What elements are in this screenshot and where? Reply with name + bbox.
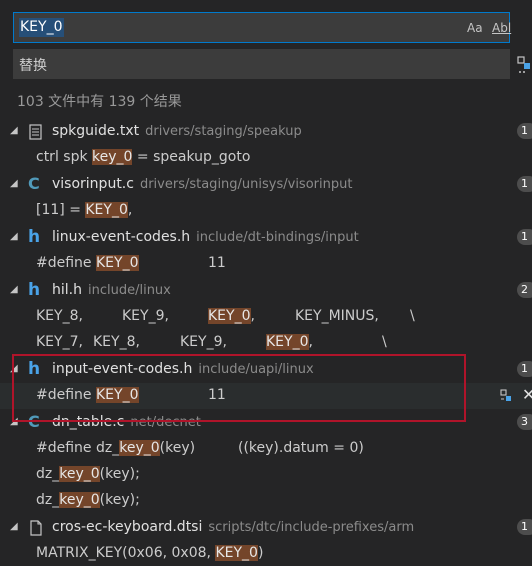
file-name: visorinput.c drivers/staging/unisys/visor… (52, 176, 353, 192)
file-name: spkguide.txt drivers/staging/speakup (52, 123, 302, 139)
match-row[interactable]: #define KEY_0 11 (0, 250, 532, 276)
replace-input[interactable]: 替换 (13, 49, 510, 79)
match-text: KEY_9, (122, 308, 169, 324)
chevron-down-icon[interactable]: ◢ (10, 171, 18, 197)
match-count-badge: 1 (517, 176, 532, 192)
highlight-frame (12, 354, 466, 422)
match-text: KEY_0, (208, 308, 255, 324)
match-row[interactable]: dz_key_0(key); (0, 461, 532, 487)
c-file-icon: C (28, 174, 40, 193)
file-row-linux-event-codes[interactable]: ◢ h linux-event-codes.h include/dt-bindin… (0, 224, 532, 250)
chevron-down-icon[interactable]: ◢ (10, 224, 18, 250)
match-text: KEY_8, (93, 334, 140, 350)
match-row[interactable]: KEY_8, KEY_9, KEY_0, KEY_MINUS, \ (0, 303, 532, 329)
replace-all-icon[interactable] (516, 55, 532, 75)
file-row-visorinput[interactable]: ◢ C visorinput.c drivers/staging/unisys/v… (0, 171, 532, 197)
file-row-spkguide[interactable]: ◢ spkguide.txt drivers/staging/speakup 1 (0, 118, 532, 144)
match-text: KEY_MINUS, (295, 308, 379, 324)
file-icon (28, 519, 44, 536)
match-text: KEY_0, (266, 334, 313, 350)
match-row[interactable]: KEY_7, KEY_8, KEY_9, KEY_0, \ (0, 329, 532, 355)
chevron-down-icon[interactable]: ◢ (10, 277, 18, 303)
match-count-badge: 1 (517, 123, 532, 139)
match-count-badge: 3 (517, 414, 532, 430)
chevron-down-icon[interactable]: ◢ (10, 118, 18, 144)
file-name: hil.h include/linux (52, 282, 171, 298)
chevron-down-icon[interactable]: ◢ (10, 514, 18, 540)
text-file-icon (28, 123, 44, 140)
search-input-value: KEY_0 (19, 18, 64, 37)
match-case-toggle[interactable]: Aa (467, 21, 483, 35)
match-row[interactable]: #define dz_key_0(key) ((key).datum = 0) (0, 435, 532, 461)
match-text: KEY_9, (180, 334, 227, 350)
replace-placeholder: 替换 (19, 58, 47, 74)
match-text: \ (410, 308, 415, 324)
match-text: KEY_7, (36, 334, 83, 350)
replace-icon[interactable] (498, 388, 514, 408)
file-path: scripts/dtc/include-prefixes/arm (208, 520, 415, 535)
match-count-badge: 2 (517, 282, 532, 298)
file-path: drivers/staging/unisys/visorinput (139, 177, 353, 192)
match-row[interactable]: [11] = KEY_0, (0, 197, 532, 223)
search-input[interactable]: KEY_0 Aa Abl (13, 12, 511, 43)
h-file-icon: h (28, 227, 41, 247)
h-file-icon: h (28, 280, 41, 300)
file-path: include/dt-bindings/input (196, 230, 359, 245)
whole-word-toggle[interactable]: Abl (492, 21, 511, 35)
file-name: cros-ec-keyboard.dtsi scripts/dtc/include… (52, 519, 415, 535)
match-count-badge: 1 (517, 519, 532, 535)
file-name: linux-event-codes.h include/dt-bindings/i… (52, 229, 359, 245)
file-row-cros-ec-keyboard[interactable]: ◢ cros-ec-keyboard.dtsi scripts/dtc/inclu… (0, 514, 532, 540)
results-summary: 103 文件中有 139 个结果 (17, 94, 182, 110)
match-count-badge: 1 (517, 361, 532, 377)
match-row[interactable]: MATRIX_KEY(0x06, 0x08, KEY_0) (0, 540, 532, 566)
match-row[interactable]: dz_key_0(key); (0, 487, 532, 513)
match-text: KEY_8, (36, 308, 83, 324)
file-path: drivers/staging/speakup (145, 124, 302, 139)
dismiss-icon[interactable]: ✕ (522, 385, 532, 404)
file-row-hil[interactable]: ◢ h hil.h include/linux 2 (0, 277, 532, 303)
match-text: ((key).datum = 0) (238, 440, 364, 456)
match-text: \ (382, 334, 387, 350)
match-row[interactable]: ctrl spk key_0 = speakup_goto (0, 144, 532, 170)
match-text: 11 (208, 255, 226, 271)
file-path: include/linux (87, 283, 171, 298)
match-count-badge: 1 (517, 229, 532, 245)
